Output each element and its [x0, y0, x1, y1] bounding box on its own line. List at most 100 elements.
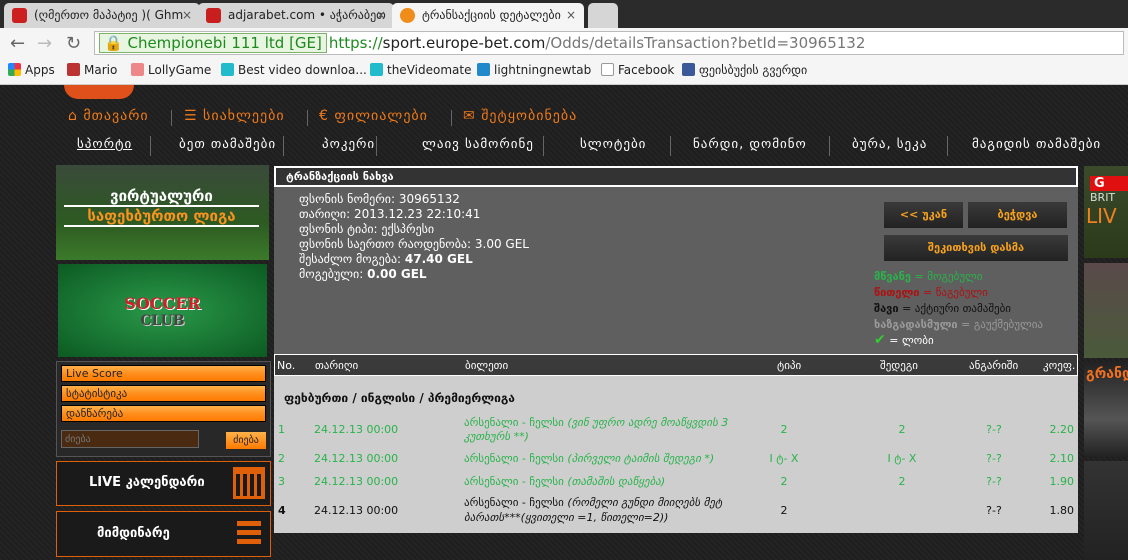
col-ticket: ბილეთი — [465, 359, 509, 372]
right-banner-live[interactable]: G BRIT LIV — [1084, 166, 1128, 258]
search-input[interactable] — [61, 430, 199, 448]
row-date: 24.12.13 00:00 — [314, 503, 399, 517]
nav-branches[interactable]: € ფილიალები — [319, 108, 428, 124]
nav-label: ფილიალები — [334, 108, 428, 124]
lollygame-icon — [131, 63, 144, 76]
lightning-icon — [477, 63, 490, 76]
reload-icon[interactable]: ↻ — [66, 33, 81, 54]
nav-messages[interactable]: ✉ შეტყობინება — [463, 108, 577, 124]
row-date: 24.12.13 00:00 — [314, 475, 399, 488]
bookmark-facebook[interactable]: Facebook — [601, 63, 674, 77]
list-icon — [237, 521, 261, 545]
info-label: ფსონის საერთო რაოდენობა: — [299, 237, 475, 251]
bet-total: ფსონის საერთო რაოდენობა: 3.00 GEL — [299, 237, 529, 251]
search-button[interactable]: ძიება — [226, 432, 266, 449]
won-amount: მოგებული: 0.00 GEL — [299, 267, 427, 281]
info-value: 47.40 GEL — [404, 252, 473, 266]
match-name: არსენალი - ჩელსი — [464, 452, 568, 465]
row-coef: 1.90 — [1049, 475, 1075, 488]
checkmark-icon: ✔ — [874, 332, 886, 348]
url-input[interactable]: 🔒 Chempionebi 111 ltd [GE] https://sport.… — [94, 31, 1124, 55]
nav-bura-seka[interactable]: ბურა, სეკა — [852, 137, 927, 152]
back-icon[interactable]: ← — [10, 33, 25, 54]
close-icon[interactable]: × — [566, 8, 576, 22]
apps-icon — [8, 63, 21, 76]
row-ticket: არსენალი - ჩელსი (პირველი ტაიმის შედეგი … — [464, 452, 714, 465]
bookmark-label: Best video downloa... — [238, 63, 367, 77]
sidebar-item-live-score[interactable]: Live Score — [61, 365, 266, 382]
right-banner-grand[interactable]: გრანდ — [1084, 362, 1128, 457]
close-icon[interactable]: × — [182, 8, 192, 22]
info-label: შესაძლო მოგება: — [299, 252, 405, 266]
sidebar-item-statistics[interactable]: სტატისტიკა — [61, 385, 266, 402]
nav-home[interactable]: ⌂ მთავარი — [68, 108, 149, 124]
row-result: 2 — [898, 475, 906, 488]
site-logo[interactable] — [64, 85, 134, 99]
row-ticket: არსენალი - ჩელსი (თამაშის დაწყება) — [464, 475, 665, 488]
forward-icon[interactable]: → — [37, 33, 52, 54]
bookmark-label: ფეისბუქის გვერდი — [699, 63, 808, 77]
nav-bet-games[interactable]: ბეთ თამაშები — [179, 137, 276, 152]
info-label: თარიღი: — [299, 207, 354, 221]
bookmark-label: theVideomate — [387, 63, 472, 77]
col-no: No. — [277, 359, 296, 372]
nav-poker[interactable]: პოკერი — [322, 137, 375, 152]
bookmark-apps[interactable]: Apps — [8, 63, 55, 77]
bookmark-label: Facebook — [618, 63, 675, 77]
row-no: 4 — [278, 503, 286, 517]
nav-slots[interactable]: სლოტები — [580, 137, 646, 152]
bookmark-lollygame[interactable]: LollyGame — [131, 63, 211, 77]
url-scheme: https:// — [328, 34, 383, 52]
bookmark-mario[interactable]: Mario — [67, 63, 117, 77]
row-coef: 2.10 — [1049, 452, 1075, 465]
browser-tab-bar: (ღმერთო მაპატიე )( Ghm × adjarabet.com • … — [0, 0, 1128, 28]
row-no: 1 — [278, 423, 285, 436]
envelope-icon: ✉ — [463, 108, 482, 124]
row-coef: 1.80 — [1049, 503, 1075, 517]
new-tab-button[interactable] — [588, 3, 618, 28]
browser-tab-active[interactable]: ტრანსაქციის დეტალები × — [392, 3, 584, 28]
sidebar-item-lineup[interactable]: დანწარება — [61, 405, 266, 422]
nav-news[interactable]: ☰ სიახლეები — [184, 108, 285, 124]
ev-certificate-badge[interactable]: 🔒 Chempionebi 111 ltd [GE] — [99, 33, 327, 53]
bookmark-lightningnewtab[interactable]: lightningnewtab — [477, 63, 591, 77]
europebet-favicon-icon — [400, 8, 415, 23]
live-calendar-button[interactable]: LIVE კალენდარი — [56, 461, 271, 506]
banner-text: BRIT — [1090, 191, 1116, 204]
back-button[interactable]: << უკან — [884, 202, 963, 228]
match-name: არსენალი - ჩელსი — [464, 475, 568, 488]
bookmark-video-downloader[interactable]: Best video downloa... — [221, 63, 367, 77]
ask-question-button[interactable]: შეკითხვის დასმა — [884, 235, 1068, 261]
bet-type: ფსონის ტიპი: ექსპრესი — [299, 222, 434, 236]
url-path: /Odds/detailsTransaction?betId=30965132 — [545, 34, 866, 52]
table-header: No. თარიღი ბილეთი ტიპი შედეგი ანგარიში კ… — [274, 354, 1078, 376]
nav-backgammon-domino[interactable]: ნარდი, დომინო — [693, 137, 807, 152]
tab-title: (ღმერთო მაპატიე )( Ghm — [34, 8, 184, 22]
legend-check: ✔ = ლობი — [874, 332, 934, 348]
browser-tab[interactable]: adjarabet.com • აჭარაბეთ × — [198, 3, 394, 28]
row-date: 24.12.13 00:00 — [314, 452, 399, 465]
print-button[interactable]: ბეჭდვა — [968, 202, 1067, 228]
close-icon[interactable]: × — [376, 8, 386, 22]
virtual-league-banner[interactable]: ვირტუალური საფეხბურთო ლიგა — [56, 165, 269, 260]
right-banner-2[interactable] — [1084, 263, 1128, 358]
bookmark-label: Apps — [25, 63, 55, 77]
current-events-button[interactable]: მიმდინარე — [56, 511, 271, 557]
nav-table-games[interactable]: მაგიდის თამაშები — [972, 137, 1101, 152]
info-value: 0.00 GEL — [367, 267, 427, 281]
nav-live-casino[interactable]: ლაივ სამორინე — [422, 137, 534, 152]
info-value: ექსპრესი — [381, 222, 435, 236]
soccer-club-banner[interactable]: SOCCER CLUB — [58, 264, 267, 357]
bookmark-fb-page[interactable]: ფეისბუქის გვერდი — [682, 63, 807, 77]
nav-sport[interactable]: სპორტი — [77, 137, 132, 152]
info-label: მოგებული: — [299, 267, 368, 281]
legend-key: მწვანე — [874, 270, 911, 283]
bookmark-label: LollyGame — [148, 63, 212, 77]
bookmark-thevideomate[interactable]: theVideomate — [370, 63, 471, 77]
right-banner-4[interactable] — [1084, 461, 1128, 560]
bookmark-label: lightningnewtab — [494, 63, 592, 77]
bet-description: (ვინ უფრო ადრე მოაწყვდის 3 — [567, 416, 729, 429]
list-icon: ☰ — [184, 108, 204, 124]
browser-tab[interactable]: (ღმერთო მაპატიე )( Ghm × — [4, 3, 200, 28]
legend-green: მწვანე = მოგებული — [874, 270, 982, 283]
